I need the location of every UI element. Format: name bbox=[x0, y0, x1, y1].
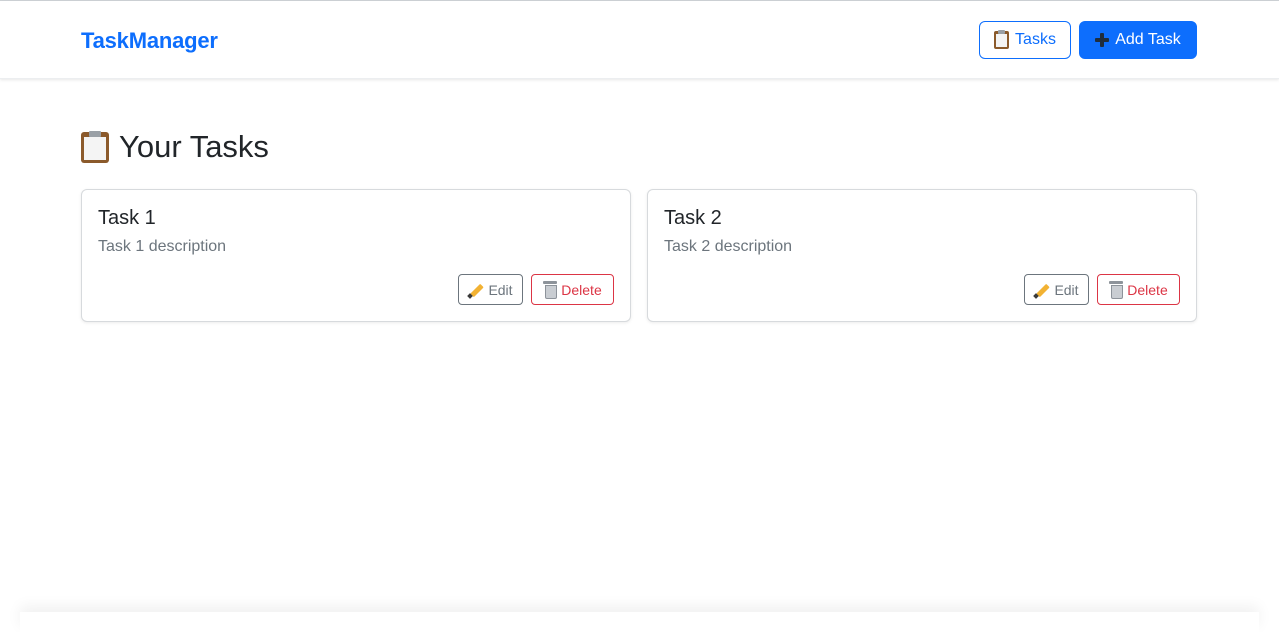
task-list: Task 1 Task 1 description Edit Delete Ta… bbox=[81, 189, 1197, 322]
edit-task-button[interactable]: Edit bbox=[1024, 274, 1089, 305]
footer-shadow bbox=[20, 612, 1259, 632]
task-actions: Edit Delete bbox=[1024, 274, 1180, 305]
task-description: Task 1 description bbox=[98, 238, 227, 255]
pencil-icon bbox=[1034, 282, 1050, 298]
edit-button-label: Edit bbox=[488, 281, 513, 298]
trash-icon bbox=[543, 281, 558, 299]
plus-icon bbox=[1095, 33, 1110, 47]
task-description: Task 2 description bbox=[664, 238, 793, 255]
page-title-text: Your Tasks bbox=[119, 129, 269, 164]
delete-task-button[interactable]: Delete bbox=[531, 274, 614, 305]
trash-icon bbox=[1109, 281, 1124, 299]
add-task-button[interactable]: Add Task bbox=[1079, 21, 1197, 59]
clipboard-icon bbox=[81, 130, 109, 163]
edit-task-button[interactable]: Edit bbox=[458, 274, 523, 305]
clipboard-icon bbox=[994, 30, 1010, 49]
add-task-button-label: Add Task bbox=[1115, 31, 1181, 48]
navbar-actions: Tasks Add Task bbox=[979, 21, 1197, 59]
task-actions: Edit Delete bbox=[458, 274, 614, 305]
delete-button-label: Delete bbox=[561, 281, 602, 298]
task-card: Task 1 Task 1 description Edit Delete bbox=[81, 189, 631, 322]
task-title: Task 2 bbox=[664, 207, 722, 229]
edit-button-label: Edit bbox=[1054, 281, 1079, 298]
pencil-icon bbox=[468, 282, 484, 298]
task-title: Task 1 bbox=[98, 207, 156, 229]
delete-button-label: Delete bbox=[1127, 281, 1168, 298]
tasks-button[interactable]: Tasks bbox=[979, 21, 1071, 59]
task-card: Task 2 Task 2 description Edit Delete bbox=[647, 189, 1197, 322]
navbar: TaskManager Tasks Add Task bbox=[0, 1, 1279, 79]
tasks-button-label: Tasks bbox=[1015, 31, 1056, 48]
delete-task-button[interactable]: Delete bbox=[1097, 274, 1180, 305]
page-title: Your Tasks bbox=[81, 129, 269, 165]
brand-logo[interactable]: TaskManager bbox=[81, 28, 218, 54]
